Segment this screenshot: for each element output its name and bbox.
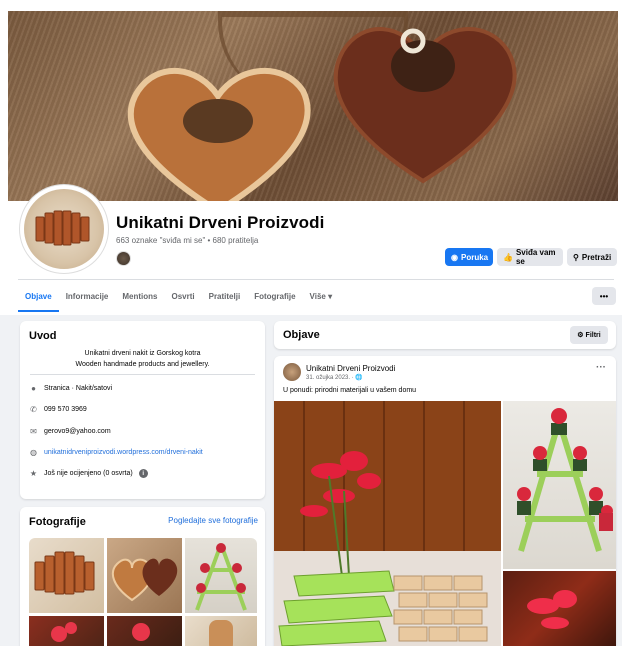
tab-objave[interactable]: Objave: [18, 284, 59, 312]
messenger-icon: ◉: [451, 252, 458, 262]
filters-button[interactable]: ⚙ Filtri: [570, 326, 608, 344]
like-button[interactable]: 👍 Sviđa vam se: [497, 248, 563, 266]
rating-info-icon[interactable]: i: [138, 469, 148, 478]
posts-header-card: Objave ⚙ Filtri: [274, 321, 616, 349]
info-email: ✉ gerovo9@yahoo.com: [29, 427, 111, 436]
flower-photo-graphic: [132, 623, 150, 641]
message-button-label: Poruka: [460, 252, 489, 262]
photo-thumbnail[interactable]: [185, 616, 257, 646]
search-button[interactable]: ⚲ Pretraži: [567, 248, 617, 266]
info-icon: ●: [31, 384, 36, 393]
filters-button-label: Filtri: [585, 331, 601, 339]
post-photo-top-right[interactable]: [503, 401, 616, 569]
search-icon: ⚲: [573, 252, 579, 262]
tab-osvrti[interactable]: Osvrti: [164, 284, 201, 310]
intro-divider: [30, 374, 255, 375]
post-menu-button[interactable]: ···: [596, 362, 606, 373]
wooden-heart-right: [333, 27, 517, 184]
info-email-text: gerovo9@yahoo.com: [44, 428, 111, 435]
star-icon: ★: [29, 469, 38, 478]
thumbs-up-icon: 👍: [503, 252, 513, 262]
photo-thumbnail[interactable]: [107, 616, 182, 646]
post-date[interactable]: 31. ožujka 2023. · 🌐: [306, 374, 363, 381]
info-category: ● Stranica · Nakit/satovi: [29, 384, 112, 393]
page-stats[interactable]: 663 oznake "sviđa mi se" • 680 pratitelj…: [116, 236, 258, 245]
intro-title: Uvod: [29, 330, 57, 342]
info-website-link[interactable]: unikatnidrveniproizvodi.wordpress.com/dr…: [44, 449, 203, 456]
sliders-icon: ⚙: [577, 332, 584, 339]
flower-photo-graphic: [527, 590, 577, 629]
posts-title: Objave: [283, 329, 320, 341]
photo-thumbnail[interactable]: [107, 538, 182, 613]
tab-fotografije[interactable]: Fotografije: [247, 284, 302, 310]
info-website[interactable]: ◍ unikatnidrveniproizvodi.wordpress.com/…: [29, 448, 203, 457]
page-title: Unikatni Drveni Proizvodi: [116, 213, 325, 232]
more-options-button[interactable]: •••: [592, 287, 616, 305]
hearts-photo-graphic: [111, 558, 178, 602]
post-author-avatar[interactable]: [283, 363, 301, 381]
like-button-label: Sviđa vam se: [515, 248, 556, 266]
info-phone-text: 099 570 3969: [44, 406, 87, 413]
wood-piece-photo-graphic: [209, 620, 233, 646]
photo-thumbnail[interactable]: [29, 538, 104, 613]
bracelet-photo-graphic: [34, 551, 95, 595]
tab-vise[interactable]: Više ▾: [303, 284, 340, 310]
flower-photo-graphic: [51, 622, 77, 642]
tab-pratitelji[interactable]: Pratitelji: [202, 284, 248, 310]
page-tabs: Objave Informacije Mentions Osvrti Prati…: [18, 284, 340, 312]
see-all-photos-link[interactable]: Pogledajte sve fotografije: [168, 516, 258, 525]
photo-thumbnail[interactable]: [185, 538, 257, 613]
info-rating: ★ Još nije ocijenjeno (0 osvrta) i: [29, 469, 148, 478]
photo-thumbnail[interactable]: [29, 616, 104, 646]
post-photo-main[interactable]: [274, 401, 501, 646]
phone-icon: ✆: [30, 405, 37, 414]
info-category-text: Stranica · Nakit/satovi: [44, 385, 113, 392]
message-button[interactable]: ◉ Poruka: [445, 248, 493, 266]
cover-photo[interactable]: [8, 11, 618, 201]
globe-icon: ◍: [30, 448, 37, 457]
plant-stand-photo-graphic: [517, 408, 613, 552]
profile-avatar-image: [24, 189, 104, 269]
intro-description-line1: Unikatni drveni nakit iz Gorskog kotra: [84, 350, 201, 357]
profile-avatar[interactable]: [20, 185, 108, 273]
photos-card: Fotografije Pogledajte sve fotografije: [20, 507, 265, 646]
intro-description: Unikatni drveni nakit iz Gorskog kotra W…: [30, 348, 255, 370]
intro-card: Uvod Unikatni drveni nakit iz Gorskog ko…: [20, 321, 265, 499]
header-divider: [18, 279, 614, 280]
photos-title: Fotografije: [29, 516, 86, 528]
info-phone: ✆ 099 570 3969: [29, 405, 87, 414]
post-text: U ponudi: prirodni materijali u vašem do…: [283, 387, 417, 394]
post-photo-bottom-right[interactable]: [503, 571, 616, 646]
plant-stand-photo-graphic: [195, 543, 247, 611]
tab-mentions[interactable]: Mentions: [115, 284, 164, 310]
tab-informacije[interactable]: Informacije: [59, 284, 116, 310]
intro-description-line2: Wooden handmade products and jewellery.: [75, 361, 210, 368]
bracelet-icon: [35, 210, 90, 246]
post-card: Unikatni Drveni Proizvodi 31. ožujka 202…: [274, 356, 616, 646]
wooden-heart-left: [127, 67, 311, 201]
info-rating-text: Još nije ocijenjeno (0 osvrta): [44, 470, 133, 477]
post-author-name[interactable]: Unikatni Drveni Proizvodi: [306, 364, 395, 373]
search-button-label: Pretraži: [581, 252, 612, 262]
envelope-icon: ✉: [30, 427, 37, 436]
planter-photo-graphic: [274, 401, 501, 646]
follower-avatar[interactable]: [116, 251, 131, 266]
